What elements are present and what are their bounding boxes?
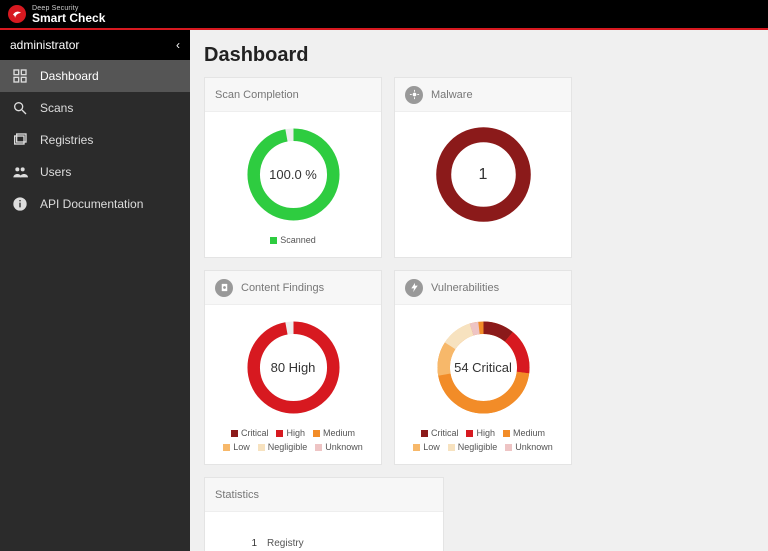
sidebar-item-label: API Documentation [40,197,143,211]
bolt-icon [405,279,423,297]
sidebar-item-api-documentation[interactable]: API Documentation [0,188,190,220]
card-header: Scan Completion [205,78,381,112]
legend-label: Unknown [515,442,553,452]
legend-label: Critical [241,428,269,438]
malware-icon [405,86,423,104]
legend-label: High [286,428,305,438]
card-title: Content Findings [241,282,324,294]
legend-label: Medium [513,428,545,438]
chart-center-label: 1 [431,122,536,227]
chevron-left-icon: ‹ [176,38,180,52]
card-header: Statistics [205,478,443,512]
legend-label: Scanned [280,235,316,245]
statistics-list: 1Registry 26Repositories 26Images 0Scans… [213,522,435,551]
card-title: Vulnerabilities [431,282,499,294]
main-content: Dashboard Scan Completion 100.0 % [190,30,768,551]
search-icon [12,100,28,116]
sidebar: administrator ‹ Dashboard Scans Registri… [0,30,190,551]
user-menu[interactable]: administrator ‹ [0,30,190,60]
card-content-findings[interactable]: Content Findings 80 High Critical High M… [204,270,382,465]
sidebar-item-label: Registries [40,133,93,147]
scan-completion-chart: 100.0 % [241,122,346,227]
legend-label: Unknown [325,442,363,452]
legend-label: Low [423,442,440,452]
page-title: Dashboard [204,44,754,67]
topbar: Deep Security Smart Check [0,0,768,30]
sidebar-item-users[interactable]: Users [0,156,190,188]
vulnerabilities-chart: 54 Critical [431,315,536,420]
user-name: administrator [10,38,79,52]
info-icon [12,196,28,212]
card-scan-completion[interactable]: Scan Completion 100.0 % Scanned [204,77,382,258]
registry-icon [12,132,28,148]
legend-label: Negligible [268,442,308,452]
brand: Deep Security Smart Check [32,5,105,24]
card-title: Scan Completion [215,89,299,101]
card-malware[interactable]: Malware 1 [394,77,572,258]
chart-center-label: 80 High [241,315,346,420]
sidebar-item-registries[interactable]: Registries [0,124,190,156]
stat-row: 1Registry [217,538,431,549]
chart-center-label: 54 Critical [431,315,536,420]
sidebar-item-scans[interactable]: Scans [0,92,190,124]
sidebar-item-label: Users [40,165,71,179]
dashboard-icon [12,68,28,84]
users-icon [12,164,28,180]
brand-logo-icon [8,5,26,23]
chart-center-label: 100.0 % [241,122,346,227]
legend: Critical High Medium Low Negligible Unkn… [403,428,563,456]
legend-label: Negligible [458,442,498,452]
card-statistics[interactable]: Statistics 1Registry 26Repositories 26Im… [204,477,444,551]
malware-chart: 1 [431,122,536,227]
dashboard-cards: Scan Completion 100.0 % Scanned [204,77,754,551]
legend-label: Critical [431,428,459,438]
legend-label: Medium [323,428,355,438]
card-title: Malware [431,89,473,101]
content-findings-chart: 80 High [241,315,346,420]
card-header: Content Findings [205,271,381,305]
legend: Scanned [266,235,320,249]
card-header: Malware [395,78,571,112]
legend: Critical High Medium Low Negligible Unkn… [213,428,373,456]
card-vulnerabilities[interactable]: Vulnerabilities 54 Critical [394,270,572,465]
legend-label: Low [233,442,250,452]
card-header: Vulnerabilities [395,271,571,305]
legend-label: High [476,428,495,438]
sidebar-item-dashboard[interactable]: Dashboard [0,60,190,92]
card-title: Statistics [215,489,259,501]
brand-name: Smart Check [32,12,105,24]
sidebar-item-label: Scans [40,101,73,115]
sidebar-item-label: Dashboard [40,69,99,83]
content-findings-icon [215,279,233,297]
